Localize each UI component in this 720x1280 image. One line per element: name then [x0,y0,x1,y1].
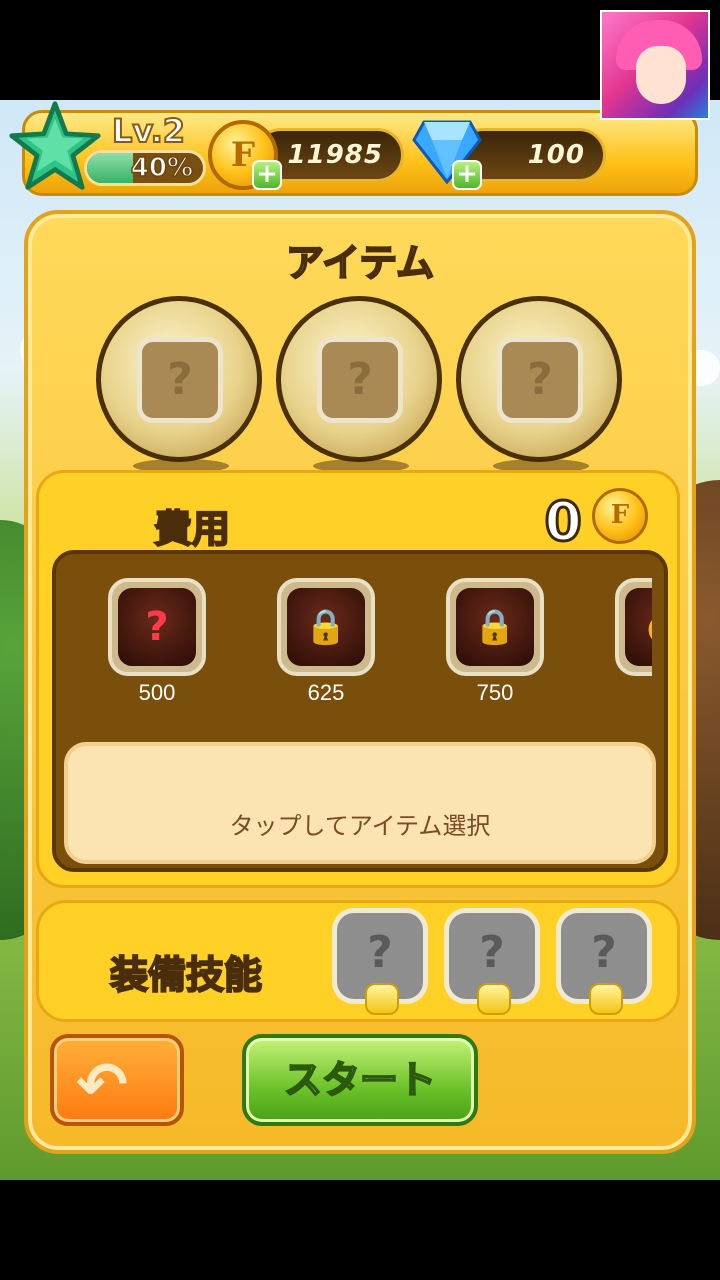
item-slot-1[interactable]: ? [96,296,262,473]
skill-slot-2[interactable]: ? [444,908,540,1015]
slot-placeholder-icon: ? [167,354,193,405]
item-price: 625 [307,680,345,705]
exp-percent: 40% [130,153,194,183]
skills-label: 装備技能 [109,952,263,998]
back-button[interactable]: ↶ [50,1034,184,1126]
slot-placeholder-icon: ? [347,354,373,405]
item-price: 750 [476,680,514,705]
slot-placeholder-icon: ? [527,354,553,405]
item-price: 500 [138,680,176,705]
start-button-label: スタート [283,1057,437,1103]
level-label: Lv.2 [111,111,186,151]
player-avatar[interactable] [600,10,710,120]
start-button[interactable]: スタート [242,1034,478,1126]
gem-amount: 100 [527,140,585,170]
skill-knob [589,983,623,1015]
exp-bar: 40% [84,150,206,186]
panel-title: アイテム [285,240,435,286]
shop-item-4[interactable]: ● [615,578,652,676]
skill-knob [477,983,511,1015]
add-coins-button[interactable]: + [252,160,282,190]
empty-slot-icon: ? [317,337,403,423]
question-mark-icon: ? [118,588,196,666]
shop-item-1[interactable]: ? [108,578,206,676]
item-description-box [64,742,656,864]
back-arrow-icon: ↶ [76,1048,128,1121]
level-star-icon [9,101,101,190]
skill-slot-3[interactable]: ? [556,908,652,1015]
cost-coin-icon: F [592,488,648,544]
coin-amount: 11985 [287,140,383,170]
item-list[interactable]: ? 500 🔒 625 🔒 750 ● 1 [52,550,652,720]
cost-value: 0 [543,489,584,555]
empty-slot-icon: ? [497,337,583,423]
navigation-bar [0,1180,720,1280]
item-price: 1 [615,680,652,706]
skill-slot-1[interactable]: ? [332,908,428,1015]
skill-knob [365,983,399,1015]
avatar-face [636,46,686,104]
locked-item-icon: 🔒 [456,588,534,666]
add-gems-button[interactable]: + [452,160,482,190]
orb-item-icon: ● [625,588,652,666]
item-slot-3[interactable]: ? [456,296,622,473]
empty-slot-icon: ? [137,337,223,423]
shop-item-2[interactable]: 🔒 [277,578,375,676]
item-slot-2[interactable]: ? [276,296,442,473]
cost-label: 費用 [153,506,231,552]
item-description: タップしてアイテム選択 [229,812,491,840]
locked-item-icon: 🔒 [287,588,365,666]
shop-item-3[interactable]: 🔒 [446,578,544,676]
